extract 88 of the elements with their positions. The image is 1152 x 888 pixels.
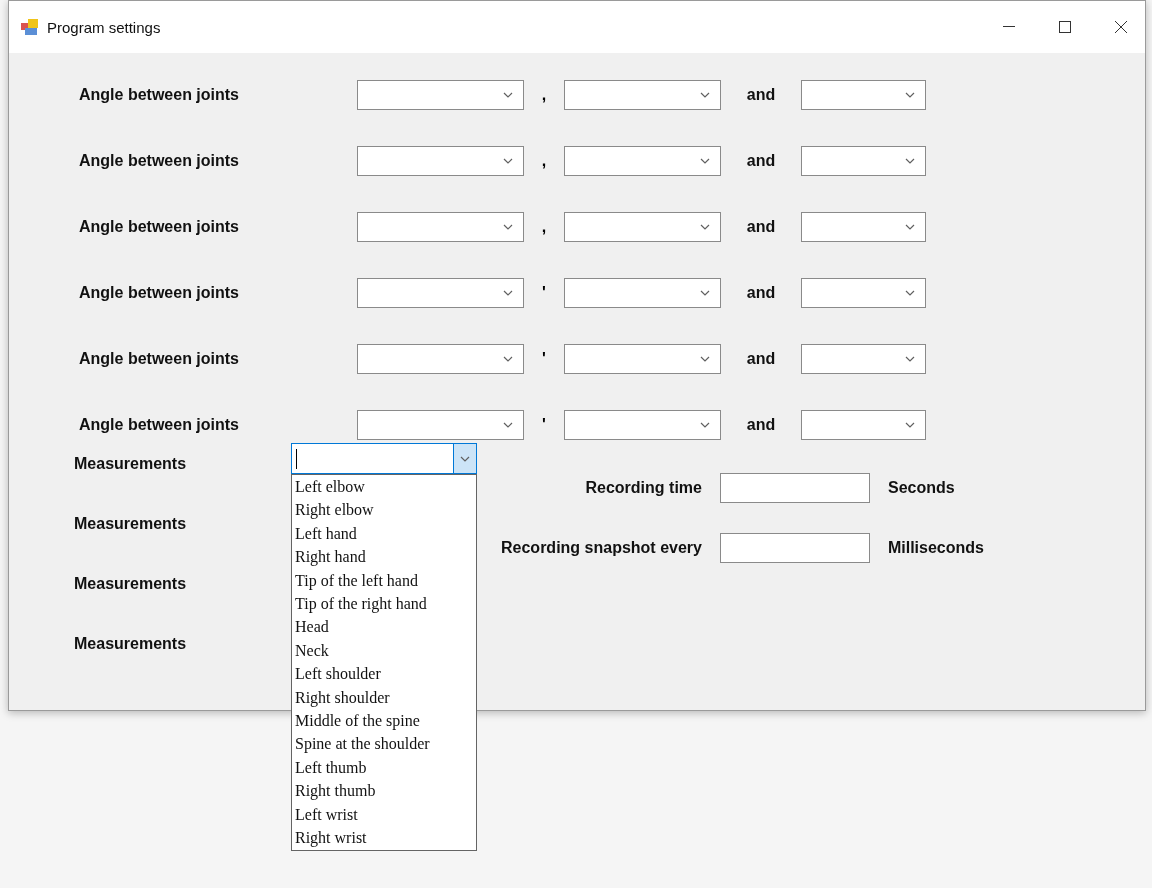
field-label: and	[745, 152, 777, 170]
chevron-icon	[503, 356, 513, 362]
field-label: Angle between joints	[79, 218, 239, 235]
close-icon	[1115, 21, 1127, 33]
chevron-icon	[503, 92, 513, 98]
chevron-icon	[700, 158, 710, 164]
dropdown-option[interactable]: Head	[292, 615, 476, 639]
dropdown[interactable]	[801, 410, 926, 440]
dropdown-option[interactable]: Right wrist	[292, 826, 476, 850]
chevron-icon	[905, 92, 915, 98]
field-label: Measurements	[74, 575, 187, 592]
chevron-icon	[503, 422, 513, 428]
input-field[interactable]	[719, 473, 870, 503]
field-label: Measurements	[74, 515, 187, 532]
chevron-icon	[460, 455, 470, 462]
field-label: Angle between joints	[79, 152, 239, 169]
unit-label: Seconds	[887, 479, 956, 497]
chevron-icon	[905, 290, 915, 296]
dropdown-option[interactable]: Left elbow	[292, 475, 476, 499]
chevron-icon	[700, 422, 710, 428]
dropdown[interactable]	[564, 212, 721, 242]
field-label: and	[745, 218, 777, 236]
chevron-icon	[905, 224, 915, 230]
field-label: and	[745, 416, 777, 434]
field-label: and	[745, 284, 777, 302]
separator-mark: ,	[540, 218, 548, 236]
chevron-icon	[503, 224, 513, 230]
text-cursor	[296, 449, 297, 469]
chevron-icon	[700, 356, 710, 362]
dropdown-option[interactable]: Middle of the spine	[292, 709, 476, 733]
chevron-icon	[503, 290, 513, 296]
dropdown-option[interactable]: Spine at the shoulder	[292, 732, 476, 756]
dropdown[interactable]	[564, 80, 721, 110]
separator-mark: '	[541, 416, 547, 434]
dropdown[interactable]	[801, 146, 926, 176]
dropdown-option[interactable]: Right elbow	[292, 498, 476, 522]
dropdown[interactable]	[357, 146, 524, 176]
dropdown[interactable]	[291, 443, 477, 474]
separator-mark: '	[541, 350, 547, 368]
field-label: Angle between joints	[79, 86, 239, 103]
dropdown[interactable]	[564, 278, 721, 308]
field-label: Recording snapshot every	[501, 539, 702, 557]
dropdown[interactable]	[357, 344, 524, 374]
dropdown[interactable]	[801, 212, 926, 242]
input-field[interactable]	[719, 533, 870, 563]
dropdown-option[interactable]: Left thumb	[292, 755, 476, 780]
dropdown-option[interactable]: Right hand	[292, 545, 476, 569]
dropdown[interactable]	[564, 410, 721, 440]
field-label: and	[745, 350, 777, 368]
dropdown-option[interactable]: Right shoulder	[292, 685, 476, 710]
chevron-icon	[700, 224, 710, 230]
dropdown[interactable]	[564, 146, 721, 176]
chevron-icon	[700, 290, 710, 296]
dropdown-option[interactable]: Neck	[292, 638, 476, 663]
dropdown[interactable]	[801, 80, 926, 110]
separator-mark: '	[541, 284, 547, 302]
dropdown-option[interactable]: Right thumb	[292, 779, 476, 803]
chevron-icon	[700, 92, 710, 98]
dropdown[interactable]	[357, 278, 524, 308]
dropdown-option[interactable]: Left hand	[292, 521, 476, 546]
minimize-icon	[1003, 26, 1015, 28]
field-label: and	[745, 86, 777, 104]
dropdown-option[interactable]: Left wrist	[292, 802, 476, 827]
field-label: Measurements	[74, 635, 187, 652]
dropdown-option[interactable]: Left shoulder	[292, 662, 476, 686]
dropdown[interactable]	[564, 344, 721, 374]
chevron-icon	[503, 158, 513, 164]
dropdown-option[interactable]: Tip of the left hand	[292, 568, 476, 593]
field-label: Angle between joints	[79, 416, 239, 433]
unit-label: Milliseconds	[887, 539, 984, 557]
chevron-icon	[905, 422, 915, 428]
dropdown[interactable]	[357, 410, 524, 440]
field-label: Recording time	[584, 479, 702, 497]
dropdown[interactable]	[357, 80, 524, 110]
window-title: Program settings	[47, 18, 162, 36]
dropdown[interactable]	[801, 344, 926, 374]
field-label: Measurements	[74, 455, 187, 472]
field-label: Angle between joints	[79, 284, 239, 301]
dropdown[interactable]	[801, 278, 926, 308]
dropdown[interactable]	[357, 212, 524, 242]
separator-mark: ,	[540, 152, 548, 170]
app-icon	[21, 19, 39, 35]
separator-mark: ,	[540, 86, 548, 104]
chevron-icon	[905, 356, 915, 362]
maximize-icon	[1059, 21, 1071, 33]
chevron-icon	[905, 158, 915, 164]
field-label: Angle between joints	[79, 350, 239, 367]
dropdown-option[interactable]: Tip of the right hand	[292, 592, 476, 616]
